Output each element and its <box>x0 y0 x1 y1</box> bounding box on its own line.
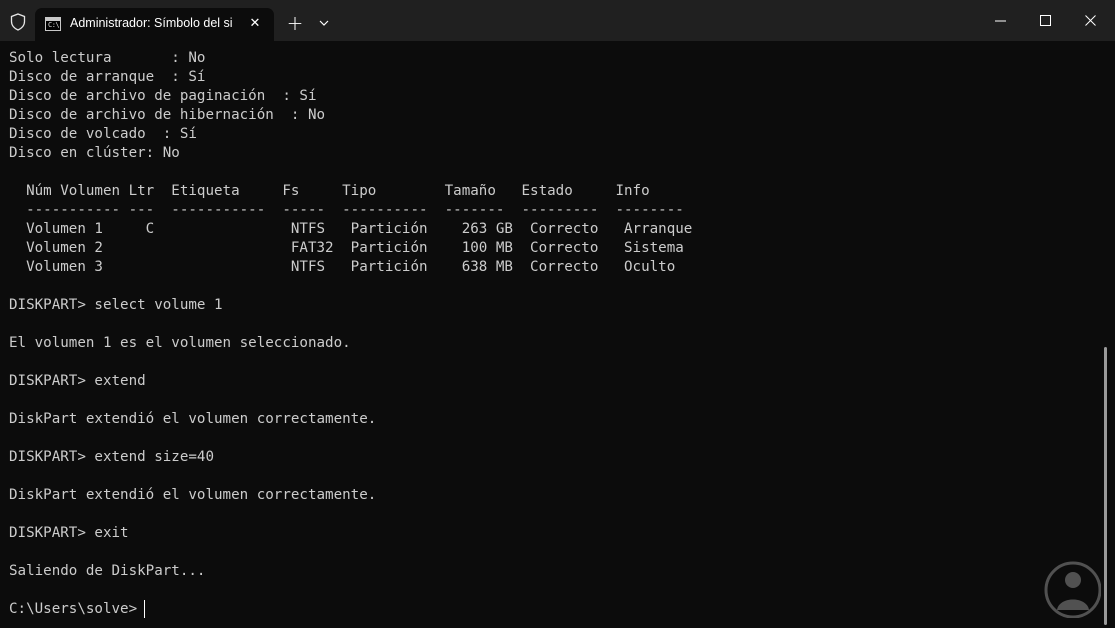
cmd-icon: C:\ <box>45 17 61 31</box>
output-line: DiskPart extendió el volumen correctamen… <box>9 487 377 503</box>
table-row: Volumen 1 C NTFS Partición 263 GB Correc… <box>9 221 693 237</box>
terminal-line: Disco de archivo de paginación : Sí <box>9 88 317 104</box>
maximize-icon <box>1039 15 1051 26</box>
tab-title: Administrador: Símbolo del si <box>70 16 233 30</box>
title-bar: C:\ Administrador: Símbolo del si ✕ + <box>0 0 1115 41</box>
table-header: Núm Volumen Ltr Etiqueta Fs Tipo Tamaño … <box>9 183 650 199</box>
logo-icon <box>1023 558 1102 619</box>
table-row: Volumen 2 FAT32 Partición 100 MB Correct… <box>9 240 684 256</box>
table-separator: ----------- --- ----------- ----- ------… <box>9 202 684 218</box>
command-line: DISKPART> extend size=40 <box>9 449 214 465</box>
tab-dropdown-button[interactable] <box>314 13 334 33</box>
close-window-button[interactable] <box>1067 0 1113 41</box>
prompt-line: C:\Users\solve> <box>9 601 138 617</box>
output-line: El volumen 1 es el volumen seleccionado. <box>9 335 351 351</box>
terminal-line: Disco de volcado : Sí <box>9 126 197 142</box>
command-line: DISKPART> exit <box>9 525 129 541</box>
plus-icon: + <box>286 11 304 35</box>
output-line: DiskPart extendió el volumen correctamen… <box>9 411 377 427</box>
terminal-line: Solo lectura : No <box>9 50 206 66</box>
output-line: Saliendo de DiskPart... <box>9 563 206 579</box>
terminal-line: Disco de arranque : Sí <box>9 69 206 85</box>
minimize-icon <box>994 20 1006 21</box>
scrollbar[interactable] <box>1104 347 1107 625</box>
close-icon <box>1084 15 1096 26</box>
terminal-output[interactable]: Solo lectura : No Disco de arranque : Sí… <box>0 41 1100 628</box>
shield-icon <box>8 12 28 32</box>
terminal-line: Disco de archivo de hibernación : No <box>9 107 326 123</box>
chevron-down-icon <box>319 20 329 26</box>
cmd-icon-text: C:\ <box>48 21 60 29</box>
text-cursor <box>144 600 145 618</box>
command-line: DISKPART> select volume 1 <box>9 297 223 313</box>
maximize-button[interactable] <box>1022 0 1068 41</box>
new-tab-button[interactable]: + <box>284 12 306 34</box>
minimize-button[interactable] <box>977 0 1023 41</box>
terminal-line: Disco en clúster: No <box>9 145 180 161</box>
command-line: DISKPART> extend <box>9 373 146 389</box>
tab-close-button[interactable]: ✕ <box>245 14 265 34</box>
close-icon: ✕ <box>249 16 261 31</box>
tab-administrador[interactable]: C:\ Administrador: Símbolo del si ✕ <box>35 8 274 41</box>
table-row: Volumen 3 NTFS Partición 638 MB Correcto… <box>9 259 676 275</box>
